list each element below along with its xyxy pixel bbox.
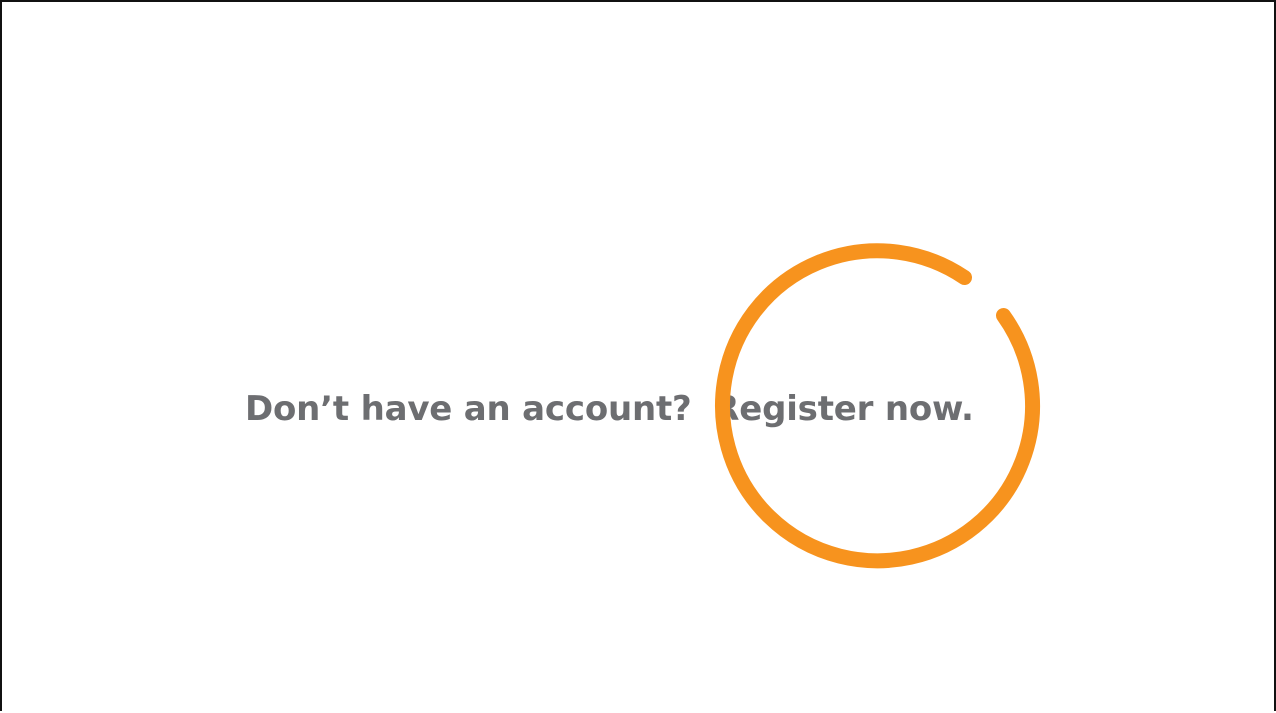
circle-highlight-icon: [715, 243, 1040, 569]
account-question-text: Don’t have an account?: [245, 389, 692, 429]
register-now-link[interactable]: Register now.: [713, 385, 974, 433]
register-prompt: Don’t have an account? Register now.: [245, 385, 974, 433]
page-frame: Don’t have an account? Register now.: [0, 0, 1276, 711]
